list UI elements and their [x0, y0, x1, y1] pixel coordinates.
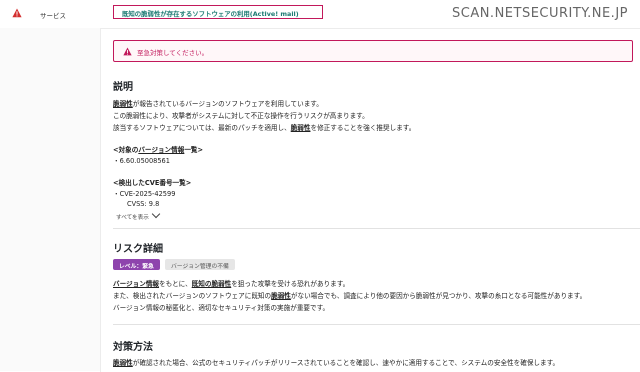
- cvss-score: CVSS: 9.8: [127, 200, 160, 208]
- cve-item: ・CVE-2025-42599: [113, 190, 176, 198]
- show-all-toggle[interactable]: すべてを表示: [116, 209, 161, 221]
- warning-triangle-icon: [123, 47, 132, 56]
- vulnerability-title-link[interactable]: 既知の脆弱性が存在するソフトウェアの利用(Active! mail): [113, 5, 323, 19]
- term-vulnerability: 脆弱性: [113, 100, 133, 108]
- risk-line-1-post: を狙った攻撃を受ける恐れがあります。: [231, 280, 350, 288]
- version-item: ・6.60.05008561: [113, 157, 170, 165]
- severity-badge: レベル：緊急: [113, 259, 160, 270]
- versions-heading-pre: <対象の: [113, 146, 139, 154]
- section-divider: [113, 228, 640, 229]
- risk-heading: リスク詳細: [113, 244, 163, 255]
- measures-line-1-text: が確認された場合、公式のセキュリティパッチがリリースされていることを確認し、速や…: [132, 359, 560, 367]
- show-all-label: すべてを表示: [116, 215, 149, 221]
- section-divider: [113, 324, 640, 325]
- description-line-2: この脆弱性により、攻撃者がシステムに対して不正な操作を行うリスクが高まります。: [113, 112, 369, 120]
- cve-heading: <検出したCVE番号一覧>: [113, 179, 192, 187]
- top-bar: サービス 既知の脆弱性が存在するソフトウェアの利用(Active! mail) …: [0, 0, 640, 28]
- warning-triangle-icon: [12, 8, 22, 18]
- alert-text: 至急対策してください。: [137, 49, 209, 57]
- description-line-3-post: を修正することを強く推奨します。: [310, 124, 416, 132]
- risk-line-1-mid: をもとに、: [159, 280, 192, 288]
- category-badge: バージョン管理の不備: [165, 259, 235, 270]
- term-known-vulnerability: 既知の脆弱性: [191, 280, 232, 288]
- versions-heading-post: 一覧>: [184, 146, 204, 154]
- description-line-1-text: が報告されているバージョンのソフトウェアを利用しています。: [132, 100, 323, 108]
- versions-heading: <対象のバージョン情報一覧>: [113, 144, 203, 154]
- term-version-info: バージョン情報: [113, 280, 160, 288]
- detail-panel: [100, 28, 640, 372]
- description-line-3-pre: 該当するソフトウェアについては、最新のパッチを適用し、: [113, 124, 291, 132]
- measures-line-1: 脆弱性が確認された場合、公式のセキュリティパッチがリリースされていることを確認し…: [113, 357, 559, 367]
- risk-line-1: バージョン情報をもとに、既知の脆弱性を狙った攻撃を受ける恐れがあります。: [113, 278, 349, 288]
- risk-line-2-post: がない場合でも、調査により他の要因から脆弱性が見つかり、攻撃の糸口となる可能性が…: [290, 292, 587, 300]
- risk-line-2: また、検出されたバージョンのソフトウェアに既知の脆弱性がない場合でも、調査により…: [113, 290, 586, 300]
- risk-line-2-pre: また、検出されたバージョンのソフトウェアに既知の: [113, 292, 272, 300]
- description-heading: 説明: [113, 82, 133, 93]
- description-line-1: 脆弱性が報告されているバージョンのソフトウェアを利用しています。: [113, 98, 323, 108]
- watermark: SCAN.NETSECURITY.NE.JP: [451, 6, 628, 21]
- risk-line-3: バージョン情報の秘匿化と、適切なセキュリティ対策の実施が重要です。: [113, 304, 330, 312]
- term-vulnerability: 脆弱性: [290, 124, 311, 132]
- description-line-3: 該当するソフトウェアについては、最新のパッチを適用し、脆弱性を修正することを強く…: [113, 122, 415, 132]
- left-sidebar-background: [0, 28, 100, 371]
- term-version-info: バージョン情報: [138, 146, 185, 154]
- service-nav-label[interactable]: サービス: [40, 10, 66, 20]
- urgent-alert-banner: 至急対策してください。: [113, 40, 633, 62]
- term-vulnerability: 脆弱性: [271, 292, 291, 300]
- term-vulnerability: 脆弱性: [113, 359, 133, 367]
- measures-heading: 対策方法: [113, 342, 153, 353]
